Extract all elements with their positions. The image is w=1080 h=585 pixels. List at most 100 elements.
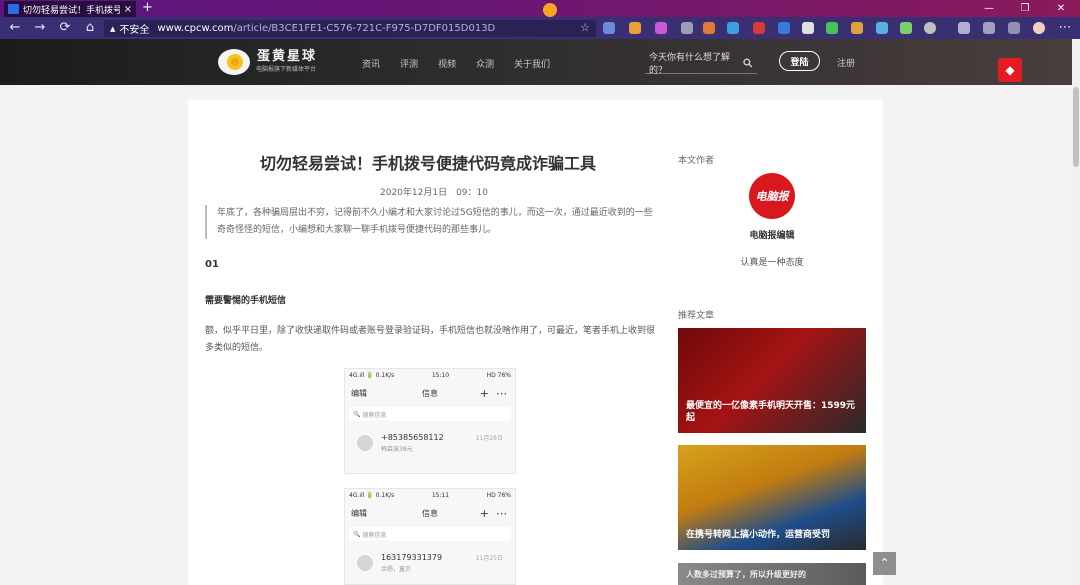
page-scrollbar[interactable] xyxy=(1072,39,1080,585)
article-date: 2020年12月1日 09：10 xyxy=(380,185,488,198)
window-maximize-button[interactable]: ❐ xyxy=(1007,0,1043,17)
article-title: 切勿轻易尝试！手机拨号便捷代码竟成诈骗工具 xyxy=(188,150,668,174)
login-button[interactable]: 登陆 xyxy=(779,51,820,71)
extension-icon-8[interactable] xyxy=(778,22,790,34)
security-indicator[interactable]: 不安全 xyxy=(110,21,149,36)
phone-title-row: 编辑 信息 + ⋯ xyxy=(345,501,515,525)
phone-search-text: 搜索信息 xyxy=(362,530,386,539)
sms-list-item: +85385658112 韩森波38元 11月28日 xyxy=(345,423,515,463)
forward-button[interactable]: → xyxy=(29,17,51,39)
status-signal: 4G.ıll 🔋 0.1K/s xyxy=(349,492,394,499)
phone-actions-icon: + ⋯ xyxy=(480,507,507,520)
tab-close-button[interactable]: × xyxy=(124,4,132,15)
address-bar[interactable]: 不安全 www.cpcw.com/article/B3CE1FE1-C576-7… xyxy=(104,20,596,37)
sms-preview: 余杨，童贝 xyxy=(381,564,442,573)
extension-icon-2[interactable] xyxy=(629,22,641,34)
logo-text[interactable]: 蛋黄星球 xyxy=(257,45,317,64)
nav-item-reviews[interactable]: 评测 xyxy=(400,57,438,70)
tab-favicon-icon xyxy=(8,4,19,14)
author-section-label: 本文作者 xyxy=(678,153,714,166)
extension-icon-5[interactable] xyxy=(703,22,715,34)
home-button[interactable]: ⌂ xyxy=(79,17,101,39)
status-time: 15:10 xyxy=(432,372,449,379)
contact-avatar xyxy=(357,555,373,571)
extension-icon-10[interactable] xyxy=(826,22,838,34)
article-paragraph: 额，似乎平日里，除了收快递取件码或者账号登录验证码，手机短信也就没啥作用了，可最… xyxy=(205,323,660,357)
extension-icon-12[interactable] xyxy=(876,22,888,34)
extension-icon-1[interactable] xyxy=(603,22,615,34)
refresh-button[interactable]: ⟳ xyxy=(54,17,76,39)
nav-item-about[interactable]: 关于我们 xyxy=(514,57,574,70)
browser-toolbar: ← → ⟳ ⌂ 不安全 www.cpcw.com/article/B3CE1FE… xyxy=(0,17,1080,39)
more-menu-icon[interactable]: ⋯ xyxy=(1054,17,1076,39)
back-to-top-button[interactable]: ⌃ xyxy=(873,552,896,575)
extension-icon-13[interactable] xyxy=(900,22,912,34)
phone-actions-icon: + ⋯ xyxy=(480,387,507,400)
article-lead: 年底了，各种骗局层出不穷，记得前不久小编才和大家讨论过5G短信的事儿，而这一次，… xyxy=(205,205,655,239)
site-search[interactable]: 今天你有什么想了解的？ xyxy=(645,52,757,74)
section-number: 01 xyxy=(205,259,219,270)
recommended-section-label: 推荐文章 xyxy=(678,308,714,321)
extension-icon-3[interactable] xyxy=(655,22,667,34)
phone-search-box: 🔍 搜索信息 xyxy=(349,407,511,421)
recommended-article-title[interactable]: 在携号转网上搞小动作，运营商受罚 xyxy=(686,529,858,541)
phone-search-box: 🔍 搜索信息 xyxy=(349,527,511,541)
extension-icon-4[interactable] xyxy=(681,22,693,34)
sms-sender: +85385658112 xyxy=(381,433,444,442)
search-icon[interactable] xyxy=(743,58,753,68)
author-name[interactable]: 电脑报编辑 xyxy=(678,228,866,241)
settings-icon[interactable] xyxy=(1008,22,1020,34)
egg-yolk-logo-icon[interactable] xyxy=(216,45,252,77)
collections-icon[interactable] xyxy=(983,22,995,34)
site-nav: 资讯 评测 视频 众测 关于我们 xyxy=(362,57,574,70)
logo-subtitle: 电脑报旗下新媒体平台 xyxy=(256,64,316,73)
profile-avatar[interactable] xyxy=(1033,22,1045,34)
extension-icon-11[interactable] xyxy=(851,22,863,34)
tab-title: 切勿轻易尝试！手机拨号便捷代码竟成诈骗工具 xyxy=(23,3,120,16)
author-motto: 认真是一种态度 xyxy=(678,255,866,268)
recommended-article-1[interactable]: 最便宜的一亿像素手机明天开售：1599元起 xyxy=(678,328,866,433)
search-input[interactable]: 今天你有什么想了解的？ xyxy=(649,50,743,76)
window-close-button[interactable]: ✕ xyxy=(1043,0,1079,17)
sms-screenshot-2: 4G.ıll 🔋 0.1K/s 15:11 HD 76% 编辑 信息 + ⋯ 🔍… xyxy=(344,488,516,585)
url-text: www.cpcw.com/article/B3CE1FE1-C576-721C-… xyxy=(157,23,495,34)
sms-screenshot-1: 4G.ıll 🔋 0.1K/s 15:10 HD 76% 编辑 信息 + ⋯ 🔍… xyxy=(344,368,516,474)
site-header: 蛋黄星球 电脑报旗下新媒体平台 资讯 评测 视频 众测 关于我们 xyxy=(0,39,1080,85)
extension-icon-6[interactable] xyxy=(727,22,739,34)
contact-avatar xyxy=(357,435,373,451)
section-heading: 需要警惕的手机短信 xyxy=(205,293,286,306)
recommended-article-title[interactable]: 最便宜的一亿像素手机明天开售：1599元起 xyxy=(686,400,858,424)
extension-icon-14[interactable] xyxy=(924,22,936,34)
bookmark-star-icon[interactable]: ☆ xyxy=(580,21,590,34)
author-avatar[interactable]: 电脑报 xyxy=(749,173,795,219)
nav-item-video[interactable]: 视频 xyxy=(438,57,476,70)
recommended-article-title[interactable]: 人数多过预算了，所以升级更好的 xyxy=(686,569,858,581)
browser-tab[interactable]: 切勿轻易尝试！手机拨号便捷代码竟成诈骗工具 × xyxy=(4,1,136,17)
favorites-icon[interactable] xyxy=(958,22,970,34)
register-link[interactable]: 注册 xyxy=(837,56,855,69)
sms-date: 11月25日 xyxy=(476,553,503,562)
sms-sender: 163179331379 xyxy=(381,553,442,562)
back-button[interactable]: ← xyxy=(4,17,26,39)
recommended-article-2[interactable]: 在携号转网上搞小动作，运营商受罚 xyxy=(678,445,866,550)
status-battery: HD 76% xyxy=(487,492,511,499)
phone-status-bar: 4G.ıll 🔋 0.1K/s 15:10 HD 76% xyxy=(345,369,515,381)
status-battery: HD 76% xyxy=(487,372,511,379)
notification-dot-icon xyxy=(543,3,557,17)
extension-icon-7[interactable] xyxy=(753,22,765,34)
phone-status-bar: 4G.ıll 🔋 0.1K/s 15:11 HD 76% xyxy=(345,489,515,501)
nav-item-crowdtest[interactable]: 众测 xyxy=(476,57,514,70)
sms-date: 11月28日 xyxy=(476,433,503,442)
extension-icon-9[interactable] xyxy=(802,22,814,34)
new-tab-button[interactable]: + xyxy=(142,0,153,16)
status-signal: 4G.ıll 🔋 0.1K/s xyxy=(349,372,394,379)
nav-item-news[interactable]: 资讯 xyxy=(362,57,400,70)
url-host: www.cpcw.com xyxy=(157,23,233,34)
window-minimize-button[interactable]: — xyxy=(971,0,1007,17)
scrollbar-thumb[interactable] xyxy=(1073,87,1079,167)
app-badge-icon[interactable]: ◆ xyxy=(998,58,1022,82)
browser-tab-bar: 切勿轻易尝试！手机拨号便捷代码竟成诈骗工具 × + — ❐ ✕ xyxy=(0,0,1080,17)
status-time: 15:11 xyxy=(432,492,449,499)
url-path: /article/B3CE1FE1-C576-721C-F975-D7DF015… xyxy=(233,23,495,34)
recommended-article-3[interactable]: 人数多过预算了，所以升级更好的 xyxy=(678,563,866,585)
